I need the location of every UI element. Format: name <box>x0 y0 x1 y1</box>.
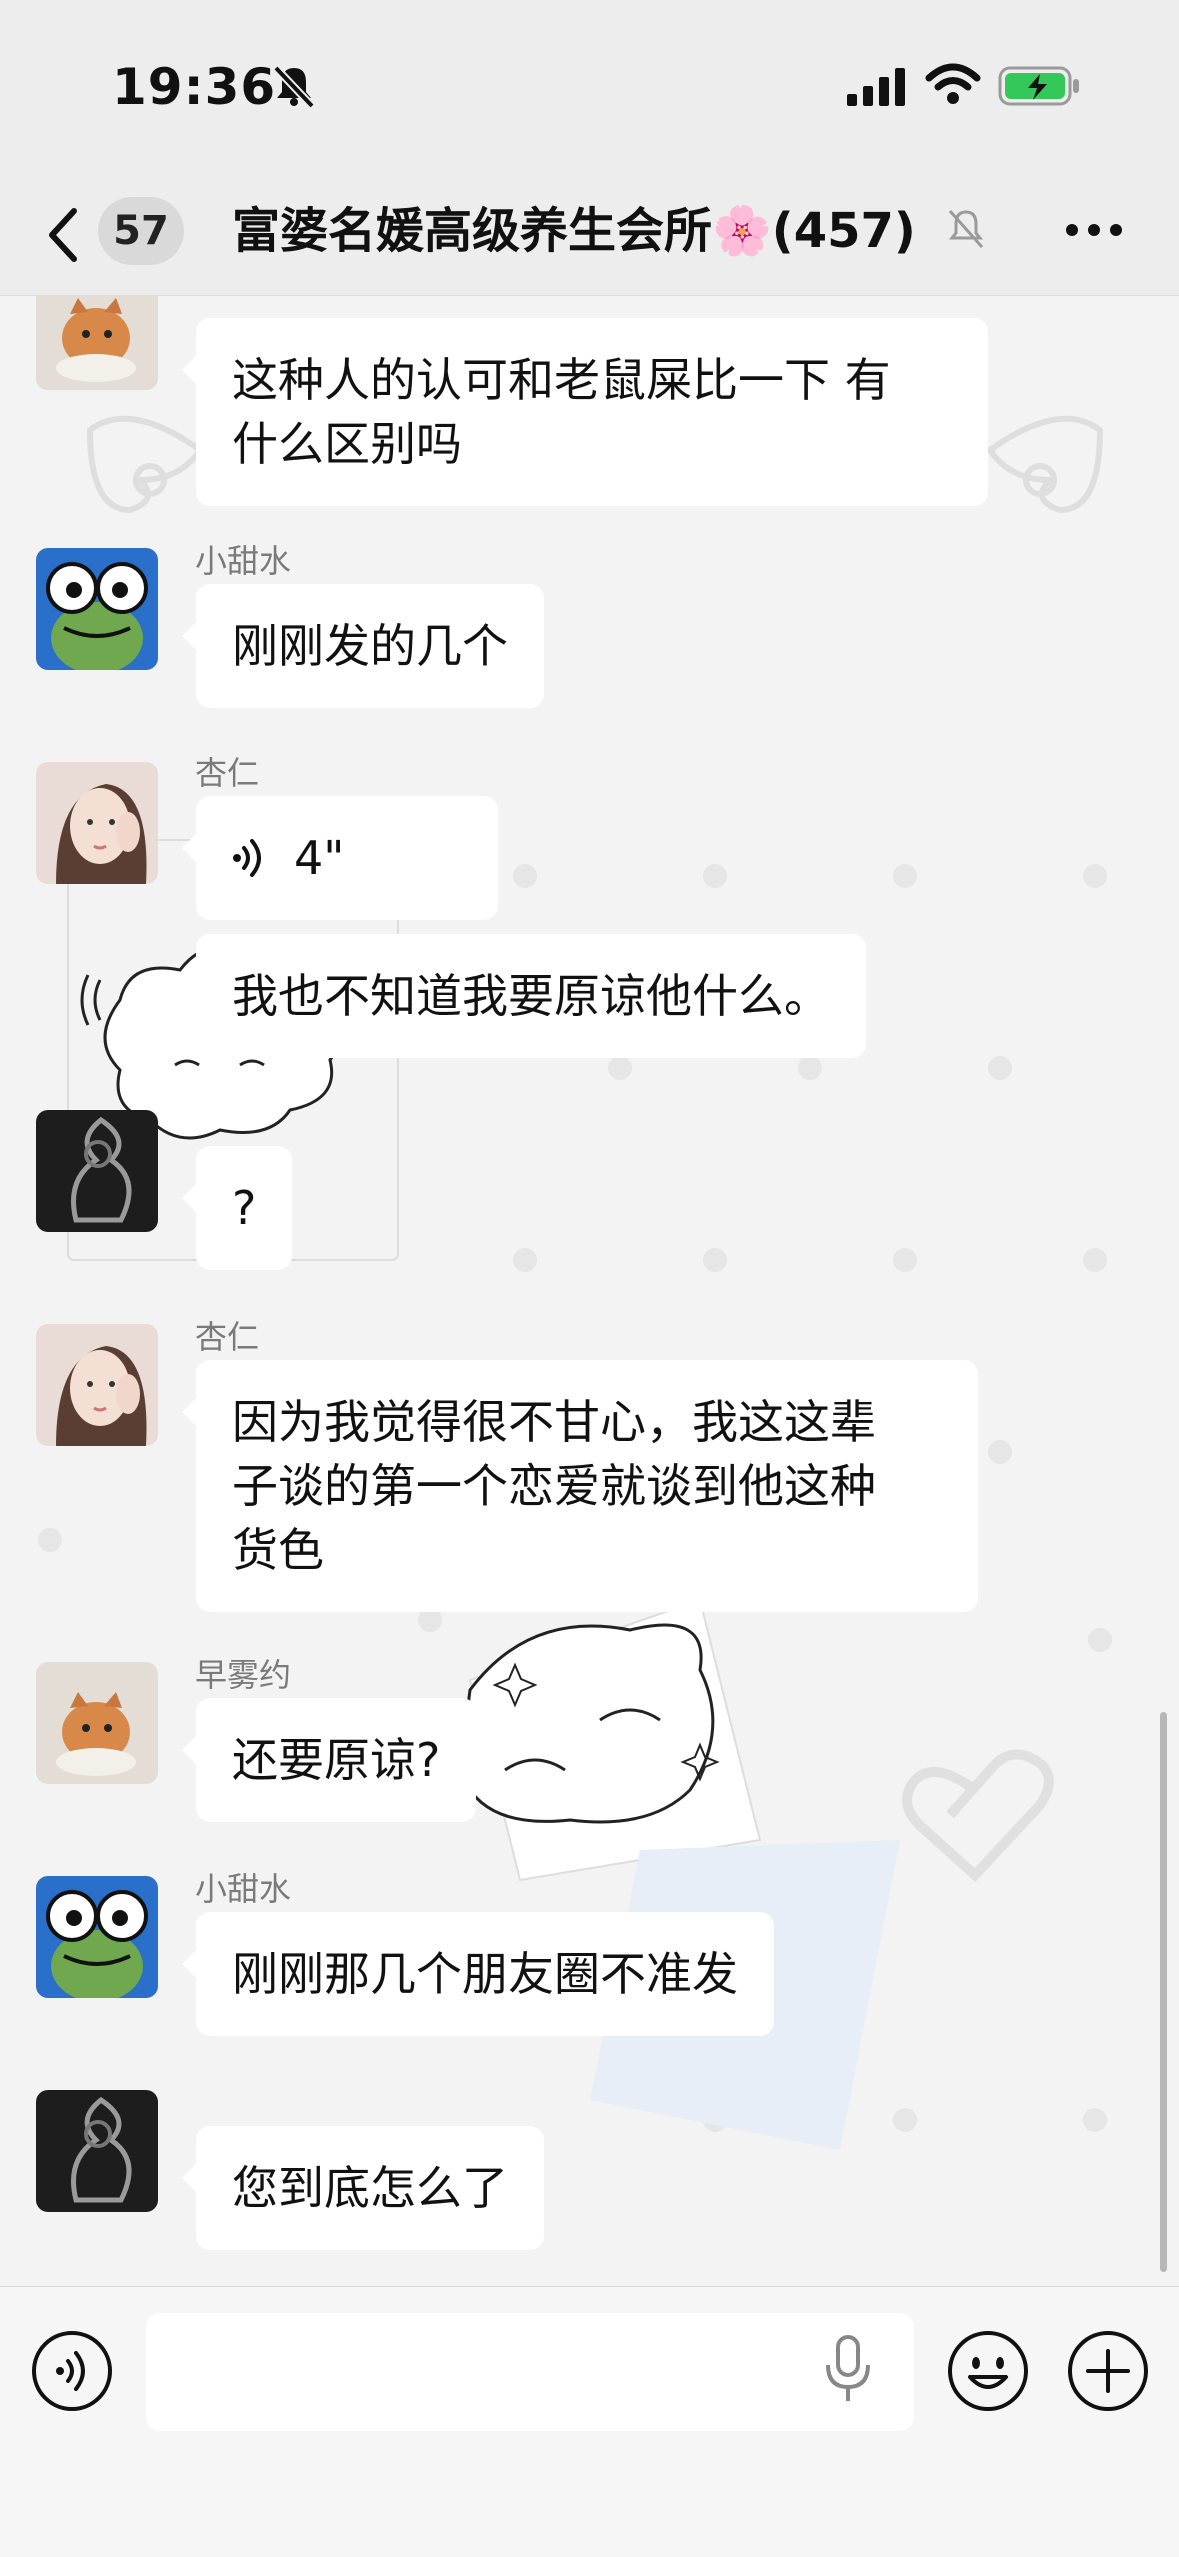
voice-input-icon[interactable] <box>30 2329 114 2413</box>
message-bubble-1[interactable]: 这种人的认可和老鼠屎比一下 有 什么区别吗 <box>182 318 988 506</box>
avatar-frog[interactable] <box>36 548 158 670</box>
status-time: 19:36 <box>112 58 277 116</box>
sender-name: 小甜水 <box>195 542 292 580</box>
voice-duration: 4" <box>294 831 345 885</box>
microphone-icon[interactable] <box>820 2329 876 2413</box>
voice-wave-icon <box>233 839 261 877</box>
emoji-icon[interactable] <box>946 2329 1030 2413</box>
message-bubble-7[interactable]: 刚刚那几个朋友圈不准发 <box>182 1912 774 2036</box>
scrollbar[interactable] <box>1160 1712 1167 2272</box>
chat-header: 57 富婆名媛高级养生会所🌸(457) <box>0 175 1179 296</box>
message-bubble-6[interactable]: 还要原谅? <box>181 1698 477 1822</box>
sender-name: 杏仁 <box>195 754 260 792</box>
avatar-cat[interactable] <box>36 296 158 390</box>
status-bar: 19:36 <box>0 0 1179 175</box>
avatar-smoke[interactable] <box>36 2090 158 2212</box>
message-bubble-5[interactable]: 因为我觉得很不甘心，我这这辈 子谈的第一个恋爱就谈到他这种 货色 <box>182 1360 978 1612</box>
mute-bell-icon <box>948 210 984 248</box>
message-bubble-2[interactable]: 刚刚发的几个 <box>182 584 544 708</box>
bell-off-icon <box>273 65 315 109</box>
avatar-frog[interactable] <box>36 1876 158 1998</box>
plus-icon[interactable] <box>1066 2329 1150 2413</box>
battery-charging-icon <box>998 66 1079 106</box>
back-chevron-icon[interactable] <box>44 205 84 265</box>
message-bubble-4[interactable]: ? <box>181 1146 293 1270</box>
input-bar <box>0 2286 1179 2557</box>
message-input[interactable] <box>146 2313 914 2431</box>
message-bubble-8[interactable]: 您到底怎么了 <box>182 2126 544 2250</box>
avatar-girl[interactable] <box>36 762 158 884</box>
sender-name: 杏仁 <box>195 1318 260 1356</box>
avatar-smoke[interactable] <box>36 1110 158 1232</box>
message-list[interactable]: 这种人的认可和老鼠屎比一下 有 什么区别吗 小甜水 刚刚发的几个 杏仁 4" 我… <box>0 296 1179 2286</box>
wifi-icon <box>925 63 981 104</box>
cellular-signal-icon <box>847 68 905 106</box>
sender-name: 小甜水 <box>195 1870 292 1908</box>
avatar-girl[interactable] <box>36 1324 158 1446</box>
sender-name: 早雾约 <box>195 1656 292 1694</box>
chat-title: 富婆名媛高级养生会所🌸(457) <box>232 203 916 259</box>
voice-message-bubble[interactable]: 4" <box>182 796 498 920</box>
unread-count-badge[interactable]: 57 <box>98 197 184 265</box>
more-options-icon[interactable] <box>1062 205 1126 255</box>
message-bubble-3[interactable]: 我也不知道我要原谅他什么。 <box>182 934 866 1058</box>
avatar-cat[interactable] <box>36 1662 158 1784</box>
